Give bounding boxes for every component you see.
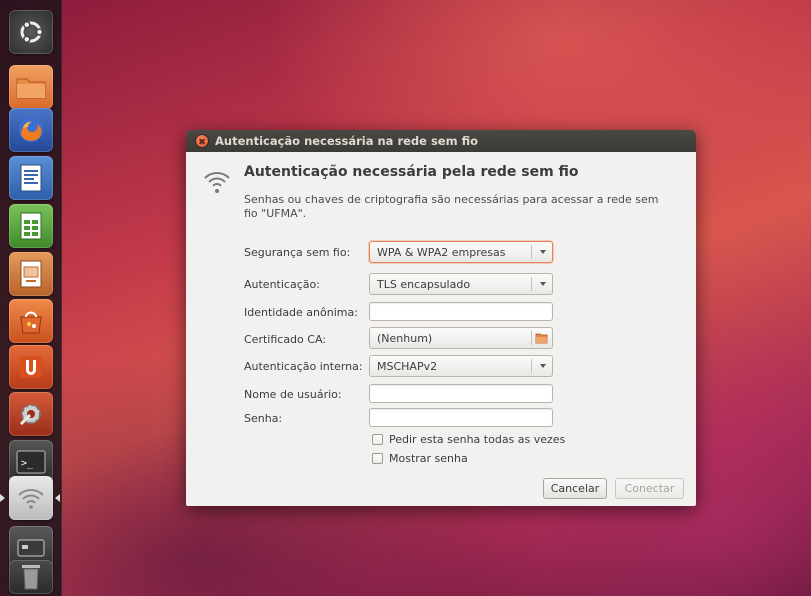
connect-button[interactable]: Conectar	[615, 478, 684, 499]
ubuntu-logo-icon	[20, 20, 44, 44]
inner-auth-select[interactable]: MSCHAPv2	[369, 355, 553, 377]
focus-indicator	[55, 494, 60, 502]
writer-icon	[20, 164, 42, 192]
chevron-down-icon	[540, 282, 546, 286]
ask-password-checkbox[interactable]	[372, 434, 383, 445]
system-settings-button[interactable]	[9, 392, 53, 436]
folder-icon	[16, 78, 46, 99]
window-titlebar[interactable]: Autenticação necessária na rede sem fio	[186, 130, 696, 152]
ubuntu-one-icon	[20, 356, 42, 378]
ca-cert-chooser[interactable]: (Nenhum)	[369, 327, 553, 349]
auth-value: TLS encapsulado	[377, 277, 471, 291]
window-title: Autenticação necessária na rede sem fio	[215, 134, 479, 148]
drive-icon	[17, 539, 45, 557]
dash-home-button[interactable]	[9, 10, 53, 54]
inner-auth-value: MSCHAPv2	[377, 359, 438, 373]
home-folder-button[interactable]	[9, 65, 53, 109]
impress-icon	[20, 260, 42, 288]
ubuntu-one-button[interactable]	[9, 345, 53, 389]
writer-button[interactable]	[9, 156, 53, 200]
cancel-button[interactable]: Cancelar	[543, 478, 607, 499]
username-label: Nome de usuário:	[244, 388, 342, 401]
terminal-icon: >_	[16, 450, 46, 474]
active-indicator	[0, 494, 5, 502]
ask-password-option[interactable]: Pedir esta senha todas as vezes	[372, 433, 565, 446]
impress-button[interactable]	[9, 252, 53, 296]
folder-icon	[535, 333, 548, 344]
auth-select[interactable]: TLS encapsulado	[369, 273, 553, 295]
dialog-description: Senhas ou chaves de criptografia são nec…	[244, 193, 659, 220]
close-icon[interactable]	[196, 135, 208, 147]
trash-button[interactable]	[9, 560, 53, 594]
calc-icon	[20, 212, 42, 240]
wifi-icon	[204, 172, 230, 193]
ask-password-label: Pedir esta senha todas as vezes	[389, 433, 566, 446]
show-password-checkbox[interactable]	[372, 453, 383, 464]
show-password-option[interactable]: Mostrar senha	[372, 452, 468, 465]
username-input[interactable]	[369, 384, 553, 403]
combo-separator	[531, 331, 532, 345]
network-button[interactable]	[9, 476, 53, 520]
software-center-button[interactable]	[9, 299, 53, 343]
anon-identity-input[interactable]	[369, 302, 553, 321]
svg-text:>_: >_	[21, 458, 34, 469]
security-value: WPA & WPA2 empresas	[377, 245, 506, 259]
unity-launcher: >_	[0, 0, 62, 596]
wifi-auth-dialog: Autenticação necessária na rede sem fio …	[186, 130, 696, 506]
show-password-label: Mostrar senha	[389, 452, 468, 465]
security-label: Segurança sem fio:	[244, 246, 351, 259]
auth-label: Autenticação:	[244, 278, 320, 291]
combo-separator	[531, 245, 532, 259]
inner-auth-label: Autenticação interna:	[244, 360, 363, 373]
password-label: Senha:	[244, 412, 283, 425]
chevron-down-icon	[540, 250, 546, 254]
calc-button[interactable]	[9, 204, 53, 248]
combo-separator	[531, 359, 532, 373]
shopping-bag-icon	[20, 311, 42, 334]
chevron-down-icon	[540, 364, 546, 368]
password-input[interactable]	[369, 408, 553, 427]
settings-icon	[19, 404, 41, 426]
security-select[interactable]: WPA & WPA2 empresas	[369, 241, 553, 263]
anon-identity-label: Identidade anônima:	[244, 306, 358, 319]
ca-cert-label: Certificado CA:	[244, 333, 326, 346]
firefox-icon	[19, 118, 43, 142]
firefox-button[interactable]	[9, 108, 53, 152]
ca-cert-value: (Nenhum)	[377, 331, 433, 345]
wifi-icon	[18, 489, 44, 509]
trash-icon	[22, 565, 40, 590]
dialog-heading: Autenticação necessária pela rede sem fi…	[244, 164, 579, 180]
combo-separator	[531, 277, 532, 291]
